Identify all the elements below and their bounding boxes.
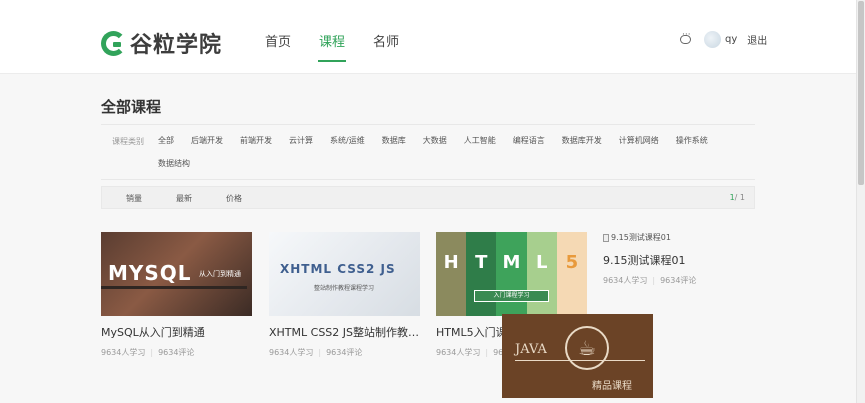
logout-link[interactable]: 退出 [747,32,767,47]
nav-courses[interactable]: 课程 [318,31,347,62]
logo[interactable]: 谷粒学院 [101,27,222,59]
page-title: 全部课程 [101,98,162,116]
pager: 1/ 1 [729,193,745,202]
filter-item[interactable]: 操作系统 [676,135,708,146]
course-stats: 9634人学习|9634评论 [101,348,195,357]
course-card[interactable]: XHTML CSS2 JS 整站制作教程课程学习 XHTML CSS2 JS整站… [269,232,420,358]
course-stats: 9634人学习|9634评论 [269,348,363,357]
main-nav: 首页 课程 名师 [264,31,426,62]
course-thumbnail[interactable]: H T M L 5 入门课程学习 [436,232,587,316]
broken-image-icon [603,233,609,242]
course-title[interactable]: 9.15测试课程01 [603,252,754,268]
sort-bar: 销量 最新 价格 1/ 1 [101,186,755,209]
username[interactable]: qy [725,34,737,45]
scrollbar-thumb[interactable] [858,1,864,185]
filter-item[interactable]: 云计算 [289,135,313,146]
broken-image[interactable]: 9.15测试课程01 [603,232,754,243]
course-card[interactable]: 9.15测试课程01 9.15测试课程01 9634人学习 | 9634评论 [603,232,754,286]
logo-icon [101,30,126,56]
category-filter: 全部 后端开发 前端开发 云计算 系统/运维 数据库 大数据 人工智能 编程语言… [158,135,748,169]
top-header: 谷粒学院 首页 课程 名师 qy 退出 [0,0,856,74]
course-stats: 9634人学习|9634评论 [603,276,697,285]
filter-item[interactable]: 计算机网络 [619,135,659,146]
avatar[interactable] [704,31,721,48]
nav-teachers[interactable]: 名师 [372,31,400,62]
filter-all[interactable]: 全部 [158,135,174,146]
course-thumbnail[interactable]: MYSQL 从入门到精通 [101,232,252,316]
sort-price[interactable]: 价格 [226,193,242,204]
course-card[interactable]: MYSQL 从入门到精通 MySQL从入门到精通 9634人学习 | 9634评论 [101,232,252,358]
filter-item[interactable]: 编程语言 [513,135,545,146]
course-title[interactable]: MySQL从入门到精通 [101,324,252,340]
nav-home[interactable]: 首页 [264,31,292,62]
filter-item[interactable]: 数据库开发 [562,135,602,146]
filter-label: 课程类别 [112,137,144,146]
coffee-icon: ☕ [565,326,609,370]
course-thumbnail[interactable]: XHTML CSS2 JS 整站制作教程课程学习 [269,232,420,316]
filter-item[interactable]: 数据结构 [158,158,190,169]
sort-newest[interactable]: 最新 [176,193,192,204]
filter-item[interactable]: 后端开发 [191,135,223,146]
filter-item[interactable]: 大数据 [423,135,447,146]
scrollbar[interactable] [856,0,865,403]
logo-text: 谷粒学院 [130,33,223,58]
filter-item[interactable]: 数据库 [382,135,406,146]
chat-icon[interactable] [680,30,691,44]
filter-item[interactable]: 前端开发 [240,135,272,146]
divider [101,179,755,180]
course-thumbnail[interactable]: JAVA ☕ 精品课程 [502,314,653,398]
filter-item[interactable]: 人工智能 [464,135,496,146]
course-title[interactable]: XHTML CSS2 JS整站制作教程课程学习 [269,324,420,340]
sort-sales[interactable]: 销量 [126,193,142,204]
divider [101,124,755,125]
filter-item[interactable]: 系统/运维 [330,135,365,146]
user-area: qy 退出 [680,30,767,48]
